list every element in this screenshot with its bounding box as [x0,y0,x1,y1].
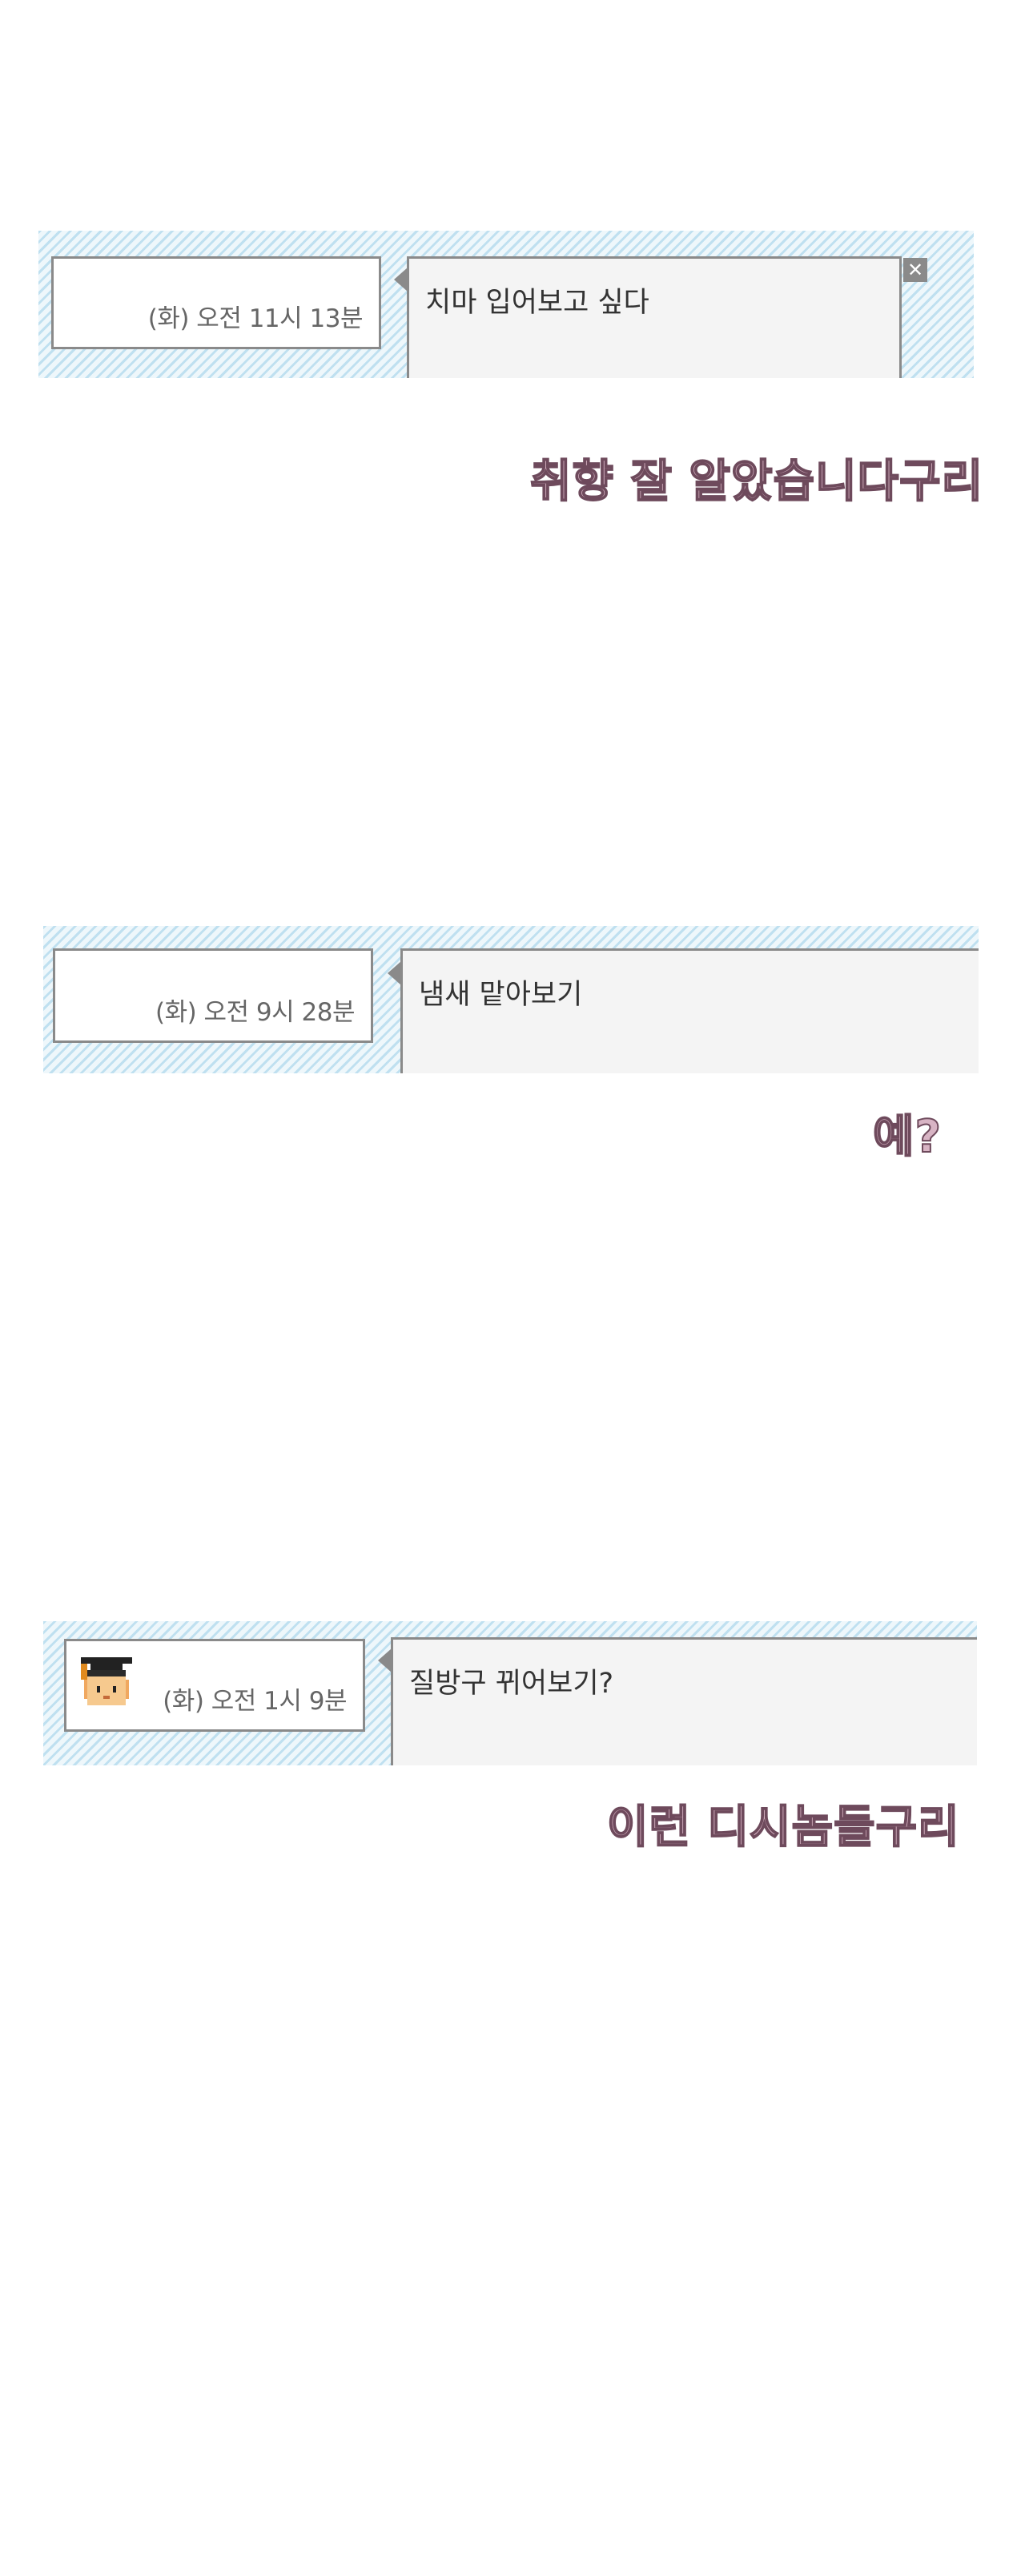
message-meta-box-3: (화) 오전 1시 9분 [64,1639,365,1732]
message-text-2: 냄새 맡아보기 [419,979,583,1011]
message-meta-box-2: (화) 오전 9시 28분 [53,948,373,1043]
message-bubble-2: 냄새 맡아보기 [400,948,979,1073]
timestamp-2: (화) 오전 9시 28분 [155,998,356,1027]
timestamp-1: (화) 오전 11시 13분 [147,304,364,333]
bubble-pointer-2 [388,961,401,985]
graduation-cap-avatar-icon [78,1654,135,1712]
message-text-1: 치마 입어보고 싶다 [425,287,649,319]
message-meta-box-1: (화) 오전 11시 13분 [51,256,381,349]
bubble-pointer-1 [394,268,408,292]
bubble-pointer-3 [378,1648,392,1672]
close-icon[interactable]: ✕ [903,258,927,282]
caption-2: 예? [872,1110,943,1164]
caption-1: 취향 잘 알았습니다구리 [529,455,984,509]
caption-3: 이런 디시놈들구리 [606,1801,960,1854]
message-bubble-3: 질방구 뀌어보기? [391,1637,977,1765]
timestamp-3: (화) 오전 1시 9분 [163,1687,347,1716]
message-bubble-1: 치마 입어보고 싶다 [407,256,902,378]
message-text-3: 질방구 뀌어보기? [409,1668,614,1700]
